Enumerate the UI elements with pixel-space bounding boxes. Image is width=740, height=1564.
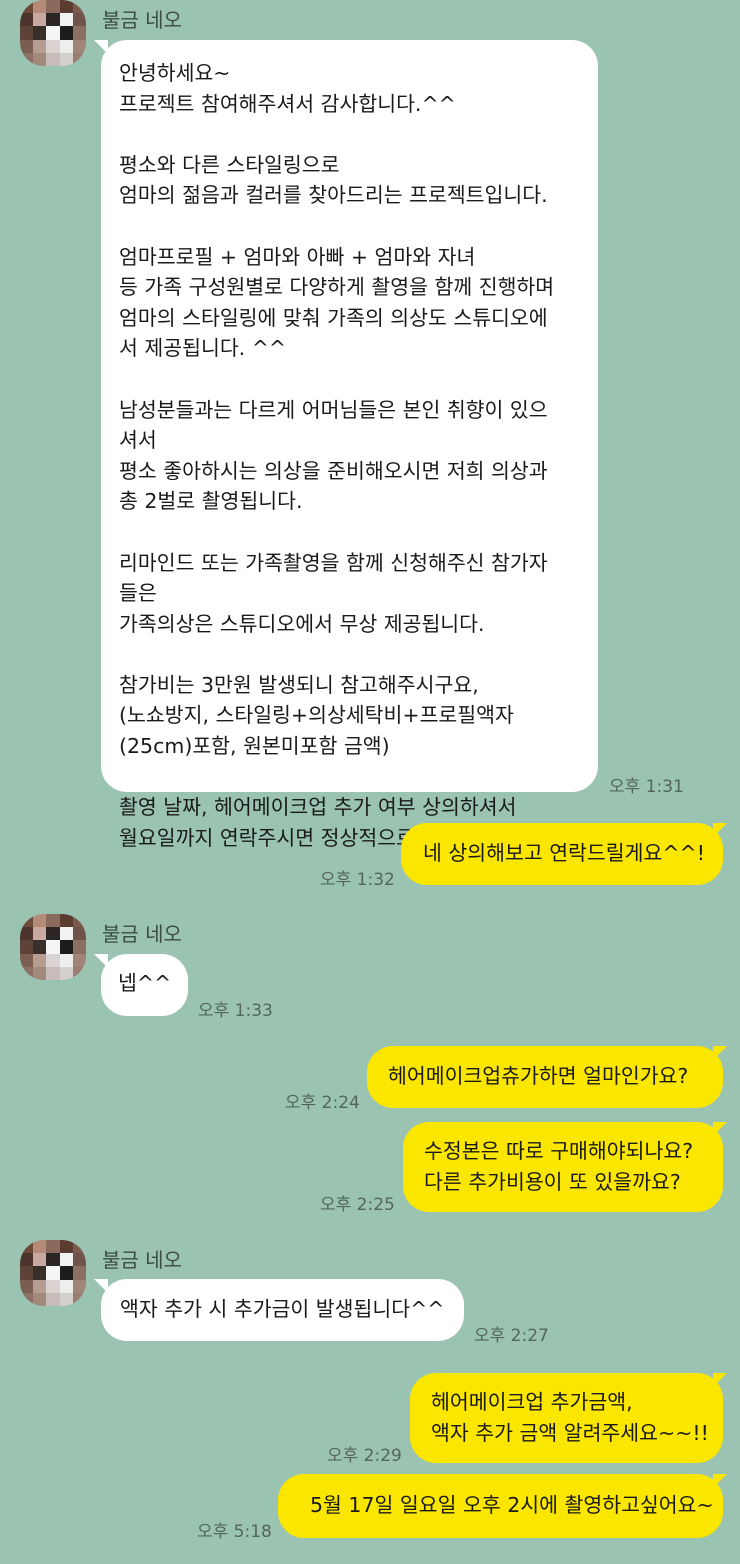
message-line: 안녕하세요~ [119, 61, 231, 85]
message-line: 평소 좋아하시는 의상을 준비해오시면 저희 의상과 [119, 458, 548, 483]
message-bubble[interactable]: 안녕하세요~ 프로젝트 참여해주셔서 감사합니다.^^ 평소와 다른 스타일링으로엄… [101, 40, 598, 850]
message-line: 수정본은 따로 구매해야되나요? [424, 1139, 694, 1163]
message-bubble[interactable]: 헤어메이크업 추가금액, 액자 추가 금액 알려주세요~~!! [410, 1373, 723, 1463]
avatar[interactable] [20, 1240, 86, 1306]
message-line: 액자 추가 시 추가금이 발생됩니다^^ [120, 1297, 445, 1321]
message-time: 오후 2:25 [320, 1195, 395, 1215]
message-line: 셔서 [119, 428, 157, 453]
message-time: 오후 2:29 [327, 1446, 402, 1466]
message-bubble[interactable]: 5월 17일 일요일 오후 2시에 촬영하고싶어요~ [278, 1474, 723, 1538]
message-line [119, 211, 598, 242]
message-line: 리마인드 또는 가족촬영을 함께 신청해주신 참가자 [119, 550, 548, 575]
message-line: 엄마프로필 + 엄마와 아빠 + 엄마와 자녀 [119, 244, 476, 269]
sender-name: 불금 네오 [102, 922, 182, 946]
message-line: 다른 추가비용이 또 있을까요? [424, 1169, 681, 1194]
message-time: 오후 2:27 [474, 1326, 549, 1346]
bubble-tail [713, 1122, 727, 1136]
message-line: 남성분들과는 다르게 어머님들은 본인 취향이 있으 [119, 397, 548, 422]
message-time: 오후 1:32 [320, 870, 395, 890]
message-bubble[interactable]: 액자 추가 시 추가금이 발생됩니다^^ [101, 1279, 464, 1341]
sender-name: 불금 네오 [102, 8, 182, 32]
message-bubble[interactable]: 네 상의해보고 연락드릴게요^^! [401, 823, 723, 885]
message-line [119, 119, 598, 150]
message-line: 평소와 다른 스타일링으로 [119, 152, 340, 177]
message-line: 엄마의 젊음과 컬러를 찾아드리는 프로젝트입니다. [119, 183, 548, 208]
message-line: (노쇼방지, 스타일링+의상세탁비+프로필액자 [119, 703, 514, 728]
message-time: 오후 1:33 [198, 1001, 273, 1021]
message-time: 오후 1:31 [609, 777, 684, 797]
message-time: 오후 2:24 [285, 1093, 360, 1113]
bubble-tail [713, 1373, 727, 1387]
message-line: 총 2벌로 촬영됩니다. [119, 489, 303, 514]
message-line [119, 517, 598, 548]
message-bubble[interactable]: 수정본은 따로 구매해야되나요? 다른 추가비용이 또 있을까요? [403, 1122, 723, 1212]
message-line: 가족의상은 스튜디오에서 무상 제공됩니다. [119, 611, 485, 636]
message-line [119, 762, 598, 793]
bubble-tail [713, 823, 727, 837]
message-line [119, 364, 598, 395]
avatar[interactable] [20, 914, 86, 980]
message-line: 촬영 날짜, 헤어메이크업 추가 여부 상의하셔서 [119, 795, 517, 820]
message-line: 프로젝트 참여해주셔서 감사합니다.^^ [119, 91, 456, 116]
message-line: 등 가족 구성원별로 다양하게 촬영을 함께 진행하며 [119, 275, 555, 300]
avatar[interactable] [20, 0, 86, 66]
message-line: (25cm)포함, 원본미포함 금액) [119, 734, 390, 759]
message-line: 넵^^ [118, 971, 172, 995]
message-time: 오후 5:18 [197, 1522, 272, 1542]
message-line [119, 639, 598, 670]
message-line: 헤어메이크업 추가금액, [431, 1390, 633, 1414]
chat-area[interactable]: 불금 네오 안녕하세요~ 프로젝트 참여해주셔서 감사합니다.^^ 평소와 다른 스… [0, 0, 740, 1564]
sender-name: 불금 네오 [102, 1248, 182, 1272]
message-line: 엄마의 스타일링에 맞춰 가족의 의상도 스튜디오에 [119, 305, 548, 330]
bubble-tail [713, 1474, 727, 1488]
message-bubble[interactable]: 헤어메이크업츄가하면 얼마인가요? [367, 1046, 723, 1108]
message-line: 5월 17일 일요일 오후 2시에 촬영하고싶어요~ [310, 1493, 714, 1517]
message-line: 네 상의해보고 연락드릴게요^^! [423, 841, 705, 865]
message-line: 액자 추가 금액 알려주세요~~!! [431, 1420, 709, 1445]
message-line: 들은 [119, 581, 157, 606]
message-line: 헤어메이크업츄가하면 얼마인가요? [388, 1064, 689, 1088]
message-bubble[interactable]: 넵^^ [101, 954, 188, 1016]
message-line: 서 제공됩니다. ^^ [119, 336, 287, 361]
message-line: 참가비는 3만원 발생되니 참고해주시구요, [119, 672, 479, 697]
bubble-tail [713, 1046, 727, 1060]
